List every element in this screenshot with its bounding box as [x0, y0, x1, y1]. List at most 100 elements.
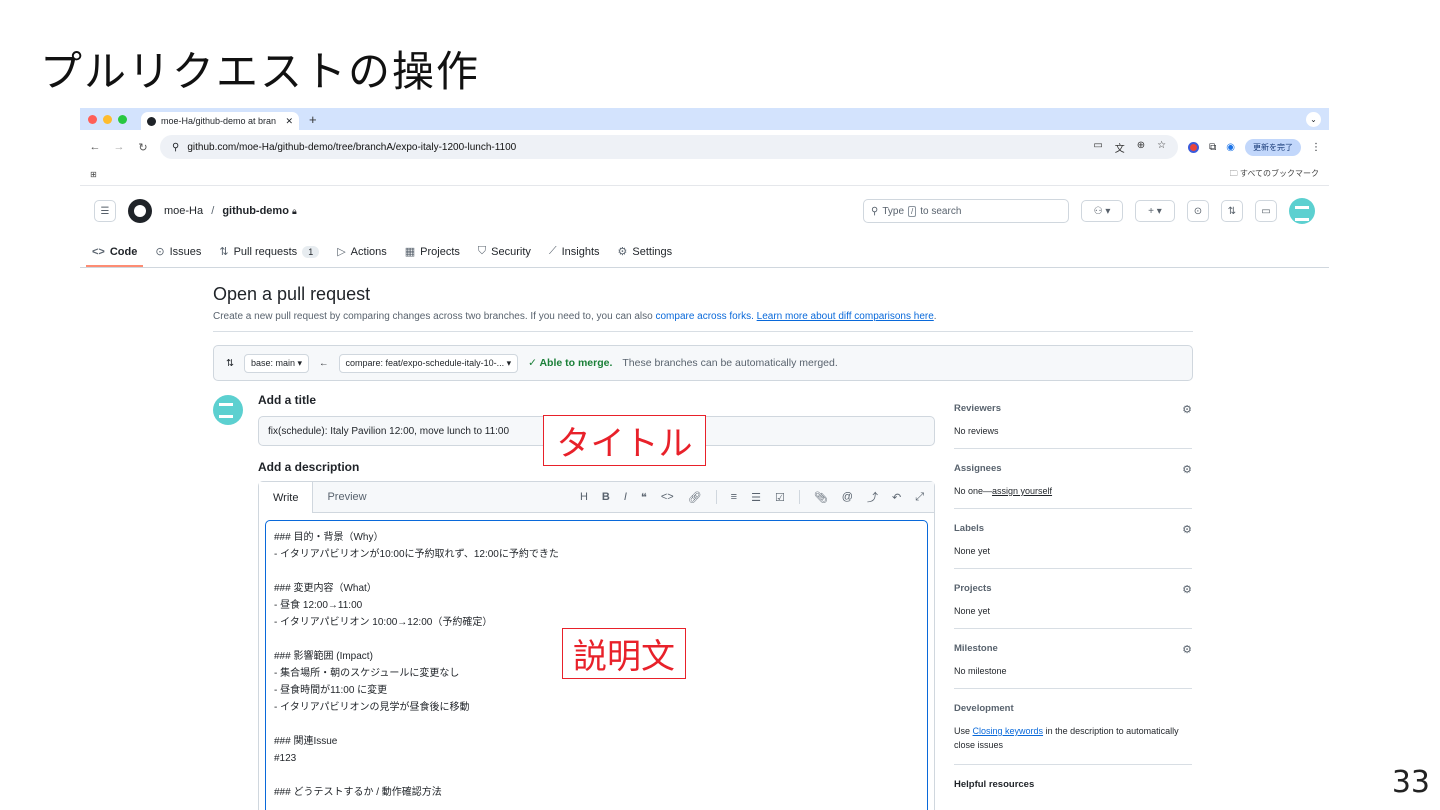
pull-requests-icon: ⇅: [219, 246, 229, 258]
undo-icon[interactable]: ↶: [892, 491, 901, 504]
profile-icon[interactable]: ◉: [1226, 142, 1235, 153]
helpful-resources-section: Helpful resources: [954, 773, 1192, 802]
bold-icon[interactable]: B: [602, 491, 610, 503]
diff-comparisons-link[interactable]: Learn more about diff comparisons here: [757, 311, 934, 322]
bookmark-star-icon[interactable]: ☆: [1157, 140, 1166, 155]
projects-section: Projects ⚙ None yet: [954, 577, 1192, 629]
helpful-resources-label: Helpful resources: [954, 779, 1035, 790]
tab-code[interactable]: <> Code: [85, 236, 144, 267]
back-icon[interactable]: ←: [88, 141, 102, 153]
maximize-window-button[interactable]: [118, 114, 127, 124]
pr-sidebar: Reviewers ⚙ No reviews Assignees ⚙ No one—…: [954, 397, 1192, 810]
close-window-button[interactable]: [88, 114, 97, 124]
projects-label: Projects: [954, 583, 992, 594]
milestone-gear-icon[interactable]: ⚙: [1182, 643, 1192, 656]
tab-search-chevron-icon[interactable]: ⌄: [1306, 112, 1321, 127]
quote-icon[interactable]: ❝: [641, 491, 647, 504]
development-label: Development: [954, 703, 1014, 714]
mention-icon[interactable]: @: [842, 491, 853, 503]
tab-pull-requests[interactable]: ⇅ Pull requests 1: [219, 236, 320, 267]
tab-settings[interactable]: ⚙ Settings: [618, 236, 673, 267]
left-arrow-icon: ←: [319, 357, 329, 369]
all-bookmarks-folder[interactable]: 🗀 すべてのブックマーク: [1230, 168, 1319, 182]
tab-insights[interactable]: ⟋ Insights: [549, 236, 600, 267]
browser-window: moe-Ha/github-demo at bran ✕ + ⌄ ← → ↻ ⚲…: [80, 108, 1329, 810]
apps-grid-icon[interactable]: ⊞: [90, 170, 97, 179]
labels-gear-icon[interactable]: ⚙: [1182, 523, 1192, 536]
search-icon: ⚲: [871, 205, 879, 217]
tab-projects[interactable]: ▦ Projects: [405, 236, 460, 267]
fullscreen-icon[interactable]: ⤢: [915, 491, 924, 504]
reviewers-gear-icon[interactable]: ⚙: [1182, 403, 1192, 416]
merge-status: ✓ Able to merge.: [528, 357, 613, 369]
tab-actions[interactable]: ▷ Actions: [337, 236, 387, 267]
projects-icon: ▦: [404, 246, 416, 258]
title-annotation-box: タイトル: [543, 415, 706, 466]
search-input[interactable]: ⚲ Type / to search: [863, 199, 1069, 223]
attach-icon[interactable]: 📎︎: [814, 491, 828, 504]
labels-section: Labels ⚙ None yet: [954, 517, 1192, 569]
github-header: ☰ moe-Ha / github-demo 🔒︎ ⚲ Type / to se…: [80, 186, 1329, 236]
tab-label: Insights: [561, 245, 600, 258]
branch-range-bar: ⇅ base: main ▾ ← compare: feat/expo-sche…: [213, 345, 1193, 381]
assignees-value: No one—: [954, 486, 993, 496]
reference-icon[interactable]: ⤴: [867, 489, 878, 505]
new-tab-button[interactable]: +: [309, 112, 317, 127]
assignees-label: Assignees: [954, 463, 1002, 474]
subtitle-text: Create a new pull request by comparing c…: [213, 311, 653, 322]
heading-icon[interactable]: H: [580, 491, 588, 503]
labels-value: None yet: [954, 546, 991, 556]
hamburger-menu-icon[interactable]: ☰: [94, 200, 116, 222]
avatar[interactable]: [1289, 198, 1315, 224]
code-icon[interactable]: <>: [661, 491, 674, 503]
slide-title: プルリクエストの操作: [40, 47, 481, 96]
closing-keywords-link[interactable]: Closing keywords: [973, 726, 1044, 736]
milestone-value: No milestone: [954, 666, 1007, 676]
issues-icon[interactable]: ⊙: [1187, 200, 1209, 222]
task-list-icon[interactable]: ☑: [775, 491, 785, 504]
menu-kebab-icon[interactable]: ⋮: [1311, 142, 1321, 153]
close-tab-icon[interactable]: ✕: [285, 116, 293, 127]
pr-count-badge: 1: [302, 245, 320, 258]
reviewers-section: Reviewers ⚙ No reviews: [954, 397, 1192, 449]
bullet-list-icon[interactable]: ☰: [751, 491, 761, 504]
owner-link[interactable]: moe-Ha: [164, 205, 203, 217]
pull-requests-icon[interactable]: ⇅: [1221, 200, 1243, 222]
assignees-section: Assignees ⚙ No one—assign yourself: [954, 457, 1192, 509]
projects-gear-icon[interactable]: ⚙: [1182, 583, 1192, 596]
minimize-window-button[interactable]: [103, 114, 112, 124]
page-subtitle: Create a new pull request by comparing c…: [213, 311, 1193, 332]
italic-icon[interactable]: I: [624, 491, 627, 503]
github-logo-icon[interactable]: [128, 199, 152, 223]
breadcrumb-separator: /: [211, 205, 215, 217]
extension-icon[interactable]: [1188, 141, 1200, 153]
actions-icon: ▷: [337, 246, 346, 258]
create-new-button[interactable]: + ▾: [1135, 200, 1175, 222]
compare-branch-select[interactable]: compare: feat/expo-schedule-italy-10-...…: [338, 353, 519, 373]
update-button[interactable]: 更新を完了: [1245, 138, 1301, 156]
link-icon[interactable]: 🔗︎: [688, 491, 702, 504]
reload-icon[interactable]: ↻: [136, 141, 150, 154]
translate-icon[interactable]: 文: [1115, 140, 1125, 155]
site-settings-icon[interactable]: ⚲: [172, 142, 179, 153]
assign-yourself-link[interactable]: assign yourself: [992, 486, 1052, 496]
zoom-icon[interactable]: ⊕: [1137, 140, 1145, 155]
extensions-puzzle-icon[interactable]: ⧉: [1209, 142, 1216, 153]
url-text: github.com/moe-Ha/github-demo/tree/branc…: [187, 141, 517, 153]
milestone-label: Milestone: [954, 643, 998, 654]
tab-write[interactable]: Write: [259, 482, 314, 513]
copilot-button[interactable]: ⚇ ▾: [1081, 200, 1123, 222]
base-branch-select[interactable]: base: main ▾: [243, 353, 310, 373]
assignees-gear-icon[interactable]: ⚙: [1182, 463, 1192, 476]
tab-preview[interactable]: Preview: [313, 482, 380, 512]
address-bar[interactable]: ⚲ github.com/moe-Ha/github-demo/tree/bra…: [160, 135, 1179, 159]
inbox-icon[interactable]: ▭: [1255, 200, 1277, 222]
compare-forks-link[interactable]: compare across forks.: [655, 311, 753, 322]
browser-tab[interactable]: moe-Ha/github-demo at bran ✕: [141, 112, 299, 130]
forward-icon[interactable]: →: [112, 141, 126, 153]
tab-security[interactable]: ⛉ Security: [478, 236, 531, 267]
repo-link[interactable]: github-demo: [222, 205, 289, 217]
numbered-list-icon[interactable]: ≡: [731, 491, 737, 503]
cast-icon[interactable]: ▭: [1093, 140, 1102, 155]
tab-issues[interactable]: ⊙ Issues: [155, 236, 201, 267]
